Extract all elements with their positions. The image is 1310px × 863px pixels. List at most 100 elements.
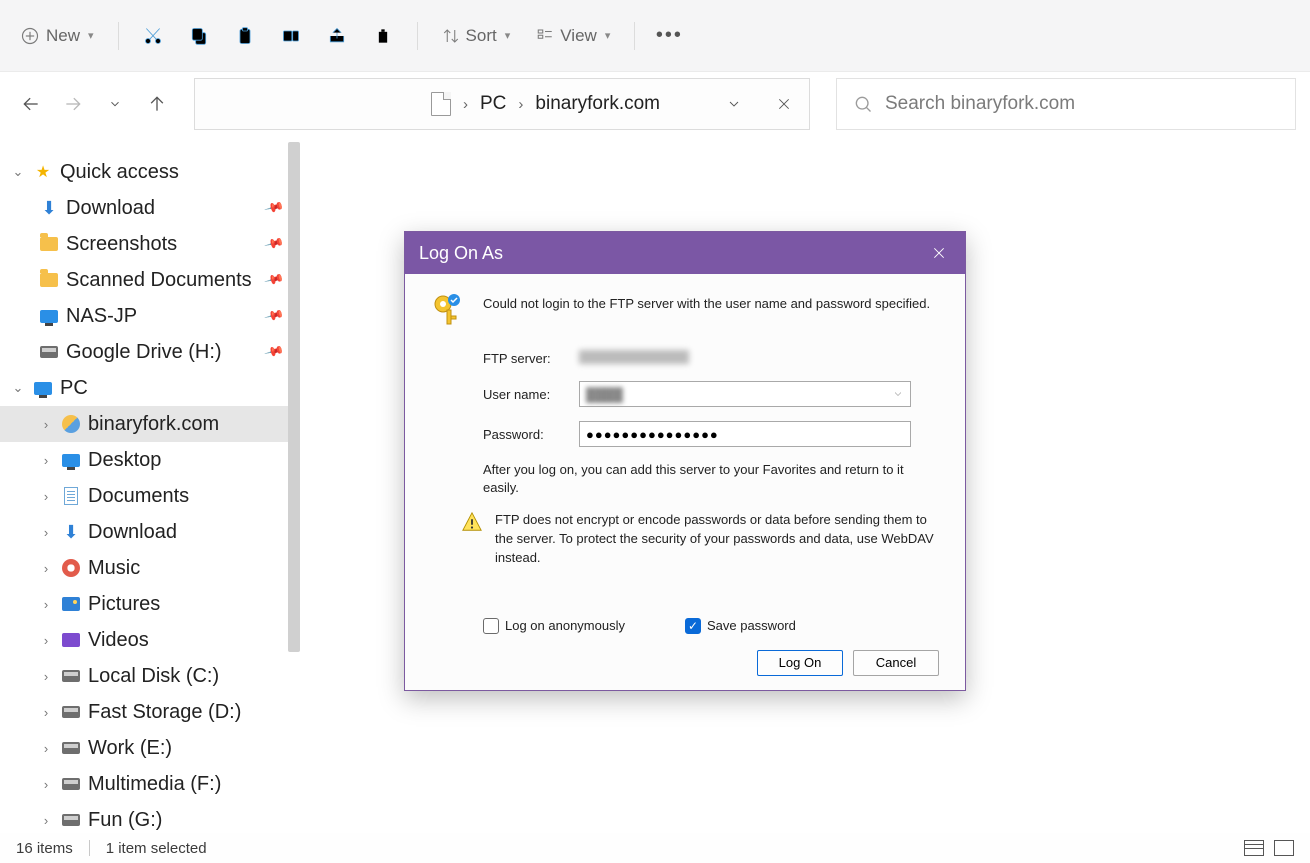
sidebar-item[interactable]: ⬇ Download 📌: [0, 190, 300, 226]
sort-label: Sort: [466, 26, 497, 46]
rename-button[interactable]: [271, 16, 311, 56]
rename-icon: [281, 26, 301, 46]
file-icon: [431, 92, 451, 116]
warning-icon: [461, 511, 483, 533]
status-item-count: 16 items: [16, 840, 73, 857]
chevron-right-icon: ›: [38, 813, 54, 828]
folder-icon: [38, 237, 60, 251]
music-icon: [60, 559, 82, 577]
paste-button[interactable]: [225, 16, 265, 56]
sidebar-item[interactable]: Google Drive (H:) 📌: [0, 334, 300, 370]
details-view-button[interactable]: [1244, 840, 1264, 856]
disk-icon: [60, 814, 82, 826]
share-button[interactable]: [317, 16, 357, 56]
anonymous-checkbox[interactable]: Log on anonymously: [483, 618, 625, 634]
view-button[interactable]: View ▾: [526, 20, 620, 52]
star-icon: ★: [32, 162, 54, 182]
disk-icon: [38, 346, 60, 358]
sidebar-item[interactable]: › Desktop: [0, 442, 300, 478]
chevron-right-icon: ›: [38, 669, 54, 684]
breadcrumb-close[interactable]: [759, 79, 809, 129]
sidebar-item[interactable]: › binaryfork.com: [0, 406, 300, 442]
sidebar-item[interactable]: › Multimedia (F:): [0, 766, 300, 802]
sidebar-item-label: Work (E:): [88, 737, 172, 760]
sidebar-pc[interactable]: ⌄ PC: [0, 370, 300, 406]
breadcrumb-part[interactable]: PC: [480, 93, 506, 115]
ftp-server-value: [579, 350, 689, 364]
new-button[interactable]: New ▾: [10, 20, 104, 52]
sidebar-quick-access[interactable]: ⌄ ★ Quick access: [0, 154, 300, 190]
save-password-checkbox[interactable]: Save password: [685, 618, 796, 634]
breadcrumb[interactable]: › PC › binaryfork.com: [194, 78, 810, 130]
view-label: View: [560, 26, 597, 46]
sidebar-item-label: Fun (G:): [88, 809, 162, 832]
sidebar-item[interactable]: › Videos: [0, 622, 300, 658]
breadcrumb-dropdown[interactable]: [709, 79, 759, 129]
dialog-titlebar[interactable]: Log On As: [405, 232, 965, 274]
disk-icon: [60, 670, 82, 682]
vid-icon: [60, 633, 82, 647]
close-button[interactable]: [927, 241, 951, 265]
cancel-button[interactable]: Cancel: [853, 650, 939, 676]
sidebar-item[interactable]: Scanned Documents 📌: [0, 262, 300, 298]
status-selection: 1 item selected: [106, 840, 207, 857]
sidebar-item[interactable]: › Pictures: [0, 586, 300, 622]
copy-button[interactable]: [179, 16, 219, 56]
sidebar-item-label: Scanned Documents: [66, 269, 252, 292]
sidebar-item[interactable]: NAS-JP 📌: [0, 298, 300, 334]
chevron-down-icon: ⌄: [10, 380, 26, 396]
sidebar-item-label: Pictures: [88, 593, 160, 616]
large-icons-view-button[interactable]: [1274, 840, 1294, 856]
chevron-down-icon: [892, 388, 904, 400]
chevron-down-icon: [108, 97, 122, 111]
recent-button[interactable]: [98, 87, 132, 121]
sidebar-item-label: Videos: [88, 629, 149, 652]
search-input[interactable]: [885, 93, 1279, 115]
sidebar-item-label: binaryfork.com: [88, 413, 219, 436]
username-label: User name:: [483, 387, 579, 402]
breadcrumb-part[interactable]: binaryfork.com: [535, 93, 660, 115]
sidebar-item[interactable]: › Fast Storage (D:): [0, 694, 300, 730]
sidebar-item-label: Music: [88, 557, 140, 580]
separator: [634, 22, 635, 50]
sidebar-item[interactable]: Screenshots 📌: [0, 226, 300, 262]
chevron-down-icon: ⌄: [10, 164, 26, 180]
search-icon: [853, 94, 873, 114]
pin-icon: 📌: [263, 197, 285, 219]
sidebar-item-label: Desktop: [88, 449, 161, 472]
close-icon: [776, 96, 792, 112]
chevron-down-icon: ▾: [505, 29, 511, 42]
scrollbar[interactable]: [288, 142, 300, 652]
separator: [89, 840, 90, 856]
pic-icon: [60, 597, 82, 611]
sort-button[interactable]: Sort ▾: [432, 20, 521, 52]
back-button[interactable]: [14, 87, 48, 121]
sidebar: ⌄ ★ Quick access⬇ Download 📌 Screenshots…: [0, 136, 300, 833]
cut-button[interactable]: [133, 16, 173, 56]
search-box[interactable]: [836, 78, 1296, 130]
globe-icon: [60, 415, 82, 433]
logon-button[interactable]: Log On: [757, 650, 843, 676]
sidebar-item[interactable]: › Music: [0, 550, 300, 586]
password-input[interactable]: [579, 421, 911, 447]
delete-button[interactable]: [363, 16, 403, 56]
sidebar-item-label: Multimedia (F:): [88, 773, 221, 796]
arrow-up-icon: [147, 94, 167, 114]
pin-icon: 📌: [263, 269, 285, 291]
sidebar-item[interactable]: › Local Disk (C:): [0, 658, 300, 694]
sidebar-item[interactable]: › Documents: [0, 478, 300, 514]
pin-icon: 📌: [263, 305, 285, 327]
dialog-message: Could not login to the FTP server with t…: [483, 292, 930, 311]
up-button[interactable]: [140, 87, 174, 121]
download-icon: ⬇: [60, 522, 82, 543]
chevron-right-icon: ›: [38, 633, 54, 648]
separator: [118, 22, 119, 50]
chevron-right-icon: ›: [38, 561, 54, 576]
sidebar-item-label: Download: [88, 521, 177, 544]
plus-circle-icon: [20, 26, 40, 46]
username-combo[interactable]: ████: [579, 381, 911, 407]
more-button[interactable]: •••: [649, 16, 689, 56]
sidebar-item[interactable]: › Work (E:): [0, 730, 300, 766]
sidebar-item[interactable]: › ⬇ Download: [0, 514, 300, 550]
forward-button[interactable]: [56, 87, 90, 121]
